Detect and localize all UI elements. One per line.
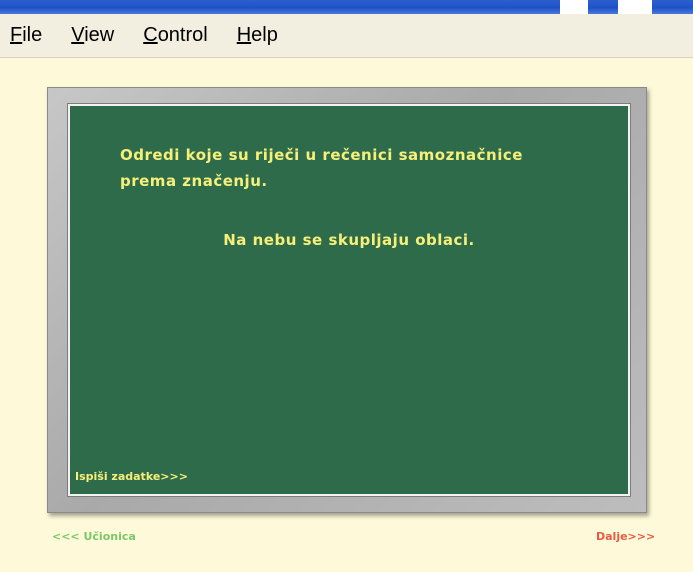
menu-file-label: ile <box>22 24 43 46</box>
menu-view[interactable]: View <box>69 20 116 51</box>
menu-bar: File View Control Help <box>0 14 693 58</box>
title-bar-button-gap <box>618 0 652 14</box>
back-to-classroom-link[interactable]: <<< Učionica <box>52 530 136 543</box>
print-tasks-link[interactable]: Ispiši zadatke>>> <box>75 470 188 483</box>
chalkboard: Odredi koje su riječi u rečenici samozna… <box>67 103 631 497</box>
menu-view-label: iew <box>84 24 115 46</box>
menu-help-mnemonic: H <box>236 24 252 46</box>
menu-control[interactable]: Control <box>141 20 209 51</box>
menu-file-mnemonic: F <box>10 24 23 46</box>
title-bar-button-gap <box>560 0 588 14</box>
app-window: File View Control Help Odredi koje su ri… <box>0 0 693 572</box>
next-link[interactable]: Dalje>>> <box>596 530 655 543</box>
task-sentence: Na nebu se skupljaju oblaci. <box>223 231 475 249</box>
menu-file[interactable]: File <box>8 20 44 51</box>
menu-help[interactable]: Help <box>235 20 280 51</box>
title-bar <box>0 0 693 14</box>
menu-view-mnemonic: V <box>71 24 85 46</box>
menu-help-label: elp <box>251 24 278 46</box>
menu-control-mnemonic: C <box>143 24 158 46</box>
chalkboard-frame: Odredi koje su riječi u rečenici samozna… <box>47 87 647 513</box>
menu-control-label: ontrol <box>157 24 208 46</box>
task-instruction: Odredi koje su riječi u rečenici samozna… <box>120 146 523 190</box>
